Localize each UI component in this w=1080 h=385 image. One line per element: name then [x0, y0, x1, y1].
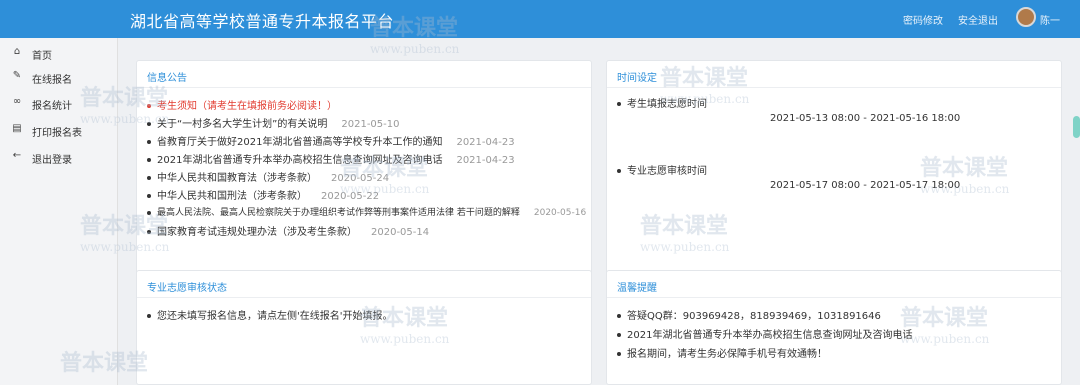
- sidebar-item-label: 打印报名表: [32, 128, 82, 139]
- panel-title: 温馨提醒: [617, 283, 657, 294]
- link-icon: ∞: [12, 96, 22, 107]
- list-item[interactable]: 省教育厅关于做好2021年湖北省普通高等学校专升本工作的通知 2021-04-23: [147, 133, 515, 148]
- info-panel: 信息公告 考生须知（请考生在填报前务必阅读！） 关于“一村多名大学生计划”的有关…: [136, 60, 592, 278]
- list-item[interactable]: 国家教育考试违规处理办法（涉及考生条款） 2020-05-14: [147, 223, 429, 238]
- app-title: 湖北省高等学校普通专升本报名平台: [130, 12, 395, 31]
- divider: [137, 297, 591, 298]
- back-arrow-icon: ←: [12, 150, 22, 161]
- list-item: 答疑QQ群：903969428，818939469，1031891646: [617, 307, 881, 322]
- main-content: 信息公告 考生须知（请考生在填报前务必阅读！） 关于“一村多名大学生计划”的有关…: [118, 38, 1080, 385]
- print-icon: ▤: [12, 123, 22, 134]
- avatar[interactable]: [1016, 7, 1036, 27]
- divider: [607, 297, 1061, 298]
- home-icon: ⌂: [13, 46, 21, 57]
- status-panel: 专业志愿审核状态 您还未填写报名信息，请点左侧'在线报名'开始填报。: [136, 270, 592, 385]
- sidebar-item-label: 退出登录: [32, 155, 72, 166]
- sidebar-item-print[interactable]: ▤ 打印报名表: [0, 117, 118, 143]
- change-password-link[interactable]: 密码修改: [903, 12, 943, 27]
- sidebar-item-statistics[interactable]: ∞ 报名统计: [0, 90, 118, 116]
- sidebar-item-label: 首页: [32, 51, 52, 62]
- list-item: 报名期间，请考生务必保障手机号有效通畅！: [617, 345, 827, 360]
- sidebar-item-label: 报名统计: [32, 101, 72, 112]
- tips-panel: 温馨提醒 答疑QQ群：903969428，818939469，103189164…: [606, 270, 1062, 385]
- pencil-icon: ✎: [12, 70, 22, 81]
- time-range: 2021-05-17 08:00 - 2021-05-17 18:00: [770, 180, 961, 191]
- list-item[interactable]: 最高人民法院、最高人民检察院关于办理组织考试作弊等刑事案件适用法律 若干问题的解…: [147, 205, 586, 218]
- top-header: 湖北省高等学校普通专升本报名平台 密码修改 安全退出 陈一: [0, 0, 1080, 38]
- floating-scroll-handle[interactable]: [1073, 116, 1080, 138]
- divider: [607, 87, 1061, 88]
- list-item[interactable]: 中华人民共和国刑法（涉考条款） 2020-05-22: [147, 187, 379, 202]
- sidebar-item-online-register[interactable]: ✎ 在线报名: [0, 64, 118, 90]
- time-panel: 时间设定 考生填报志愿时间 2021-05-13 08:00 - 2021-05…: [606, 60, 1062, 278]
- sidebar-item-label: 在线报名: [32, 75, 72, 86]
- panel-title: 时间设定: [617, 73, 657, 84]
- list-item: 考生填报志愿时间: [617, 95, 707, 110]
- logout-link[interactable]: 安全退出: [958, 12, 998, 27]
- panel-title: 信息公告: [147, 73, 187, 84]
- sidebar-item-logout[interactable]: ← 退出登录: [0, 144, 118, 170]
- list-item: 专业志愿审核时间: [617, 162, 707, 177]
- panel-title: 专业志愿审核状态: [147, 283, 227, 294]
- sidebar-item-home[interactable]: ⌂ 首页: [0, 40, 118, 66]
- list-item[interactable]: 2021年湖北省普通专升本举办高校招生信息查询网址及咨询电话 2021-04-23: [147, 151, 515, 166]
- divider: [137, 87, 591, 88]
- time-range: 2021-05-13 08:00 - 2021-05-16 18:00: [770, 113, 961, 124]
- user-name[interactable]: 陈一: [1040, 12, 1060, 27]
- list-item[interactable]: 考生须知（请考生在填报前务必阅读！）: [147, 97, 337, 112]
- list-item[interactable]: 关于“一村多名大学生计划”的有关说明 2021-05-10: [147, 115, 400, 130]
- list-item: 2021年湖北省普通专升本举办高校招生信息查询网址及咨询电话: [617, 326, 912, 341]
- status-message: 您还未填写报名信息，请点左侧'在线报名'开始填报。: [147, 307, 393, 322]
- sidebar: ⌂ 首页 ✎ 在线报名 ∞ 报名统计 ▤ 打印报名表 ← 退出登录: [0, 38, 118, 385]
- list-item[interactable]: 中华人民共和国教育法（涉考条款） 2020-05-24: [147, 169, 389, 184]
